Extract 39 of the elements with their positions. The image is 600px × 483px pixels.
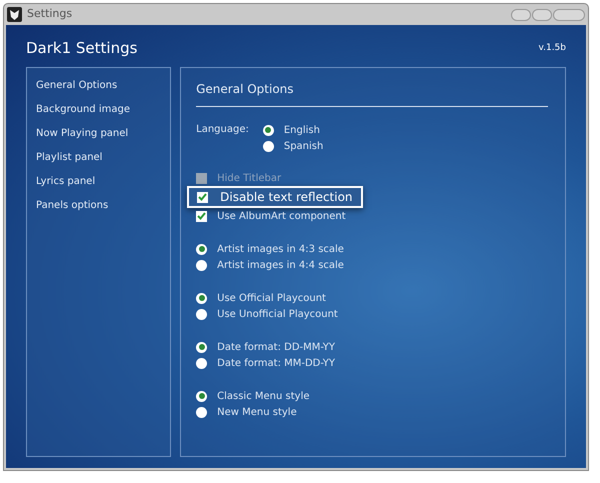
check-icon bbox=[197, 212, 206, 220]
app-icon bbox=[7, 7, 22, 22]
radio-button[interactable] bbox=[196, 390, 208, 402]
radio-button[interactable] bbox=[196, 342, 208, 352]
sidebar-item[interactable]: Background image bbox=[36, 102, 162, 117]
radio-label: Spanish bbox=[284, 140, 324, 154]
option-row: Use AlbumArt component bbox=[196, 208, 346, 224]
checkbox[interactable] bbox=[197, 192, 208, 202]
radio-label: Classic Menu style bbox=[217, 390, 310, 404]
panel-title: General Options bbox=[196, 81, 295, 98]
radio-label: Date format: DD-MM-YY bbox=[217, 340, 336, 354]
radio-button[interactable] bbox=[196, 260, 208, 270]
sidebar-item[interactable]: Panels options bbox=[36, 198, 162, 213]
version-label: v.1.5b bbox=[538, 42, 566, 54]
radio-button[interactable] bbox=[262, 140, 274, 152]
radio-label: English bbox=[284, 124, 320, 138]
radio-label: Date format: MM-DD-YY bbox=[217, 356, 336, 370]
check-icon bbox=[198, 193, 208, 201]
sidebar-item[interactable]: Playlist panel bbox=[36, 150, 162, 165]
window-title: Settings bbox=[27, 6, 72, 22]
radio-button[interactable] bbox=[196, 244, 208, 254]
radio-label: Artist images in 4:3 scale bbox=[217, 242, 344, 256]
radio-button[interactable] bbox=[196, 406, 208, 418]
checkbox[interactable] bbox=[196, 210, 208, 222]
sidebar-item[interactable]: Lyrics panel bbox=[36, 174, 162, 189]
focused-option: Disable text reflection bbox=[187, 186, 363, 208]
language-label: Language: bbox=[196, 123, 249, 137]
radio-label: Artist images in 4:4 scale bbox=[217, 258, 344, 272]
radio-label: New Menu style bbox=[217, 406, 297, 420]
radio-button[interactable] bbox=[196, 308, 208, 320]
radio-button[interactable] bbox=[196, 358, 208, 368]
option-row: Hide Titlebar bbox=[196, 170, 282, 186]
settings-title: Dark1 Settings bbox=[26, 38, 138, 58]
radio-label: Use Official Playcount bbox=[217, 292, 326, 306]
sidebar-item[interactable]: Now Playing panel bbox=[36, 126, 162, 141]
radio-button[interactable] bbox=[262, 124, 274, 136]
radio-button[interactable] bbox=[196, 292, 208, 304]
sidebar-item[interactable]: General Options bbox=[36, 78, 162, 93]
radio-label: Use Unofficial Playcount bbox=[217, 308, 338, 322]
